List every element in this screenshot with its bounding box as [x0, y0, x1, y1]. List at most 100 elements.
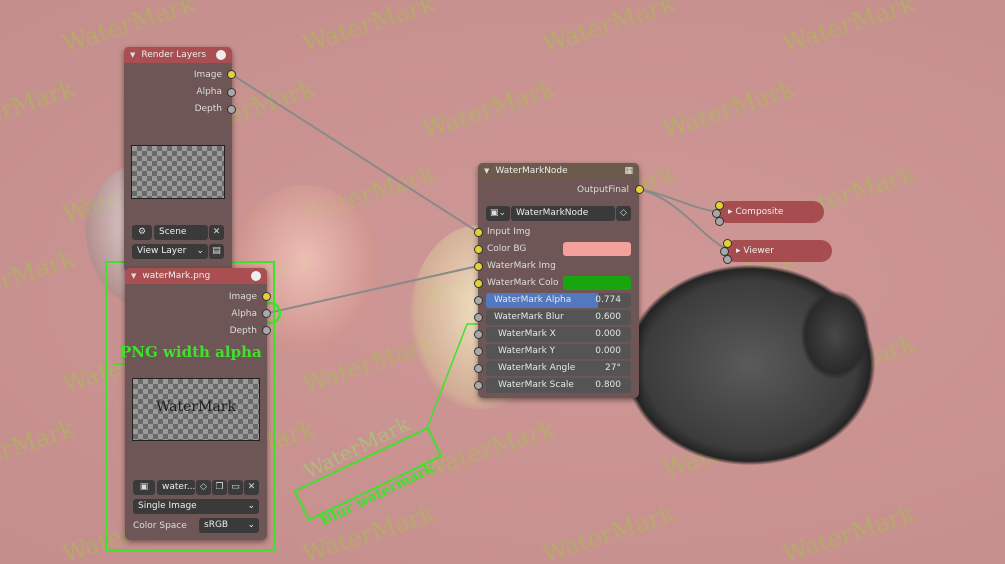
output-image-label: Image — [193, 70, 222, 80]
socket-watermark-scale[interactable] — [474, 381, 483, 390]
collapse-arrow-icon[interactable]: ▼ — [130, 51, 135, 59]
chevron-down-icon: ⌄ — [247, 501, 255, 511]
watermark-angle-field[interactable]: WaterMark Angle 27° — [486, 361, 631, 376]
socket-render-depth[interactable] — [227, 105, 236, 114]
watermark-x-field[interactable]: WaterMark X 0.000 — [486, 327, 631, 342]
color-bg-swatch[interactable] — [563, 242, 631, 256]
output-depth-label: Depth — [194, 104, 222, 114]
input-img-label: Input Img — [487, 227, 531, 237]
image-browse-icon[interactable]: ▣ — [133, 480, 155, 495]
watermark-blur-field[interactable]: WaterMark Blur 0.600 — [486, 310, 631, 325]
node-tree-browse-icon[interactable]: ▣⌄ — [486, 206, 510, 221]
watermark-alpha-label: WaterMark Alpha — [494, 295, 572, 305]
color-space-value: sRGB — [204, 520, 229, 530]
scene-field[interactable]: Scene — [154, 225, 208, 240]
socket-watermark-img[interactable] — [474, 262, 483, 271]
node-editor-canvas[interactable]: WaterMark WaterMark WaterMark WaterMark Wate… — [0, 0, 1005, 564]
scene-clear-icon[interactable]: ✕ — [209, 225, 224, 240]
image-node[interactable]: ▼ waterMark.png Image Alpha Depth WaterM… — [125, 268, 267, 540]
socket-watermark-alpha[interactable] — [474, 296, 483, 305]
render-layers-node[interactable]: ▼ Render Layers Image Alpha Depth ⚙ Scen… — [124, 47, 232, 272]
watermark-angle-value: 27° — [605, 363, 621, 373]
color-bg-label: Color BG — [487, 244, 527, 254]
source-dropdown[interactable]: Single Image ⌄ — [133, 499, 259, 514]
color-space-label: Color Space — [133, 521, 187, 531]
socket-viewer-z[interactable] — [723, 255, 732, 264]
blur-callout-leader — [426, 323, 468, 429]
socket-watermark-y[interactable] — [474, 347, 483, 356]
render-preview-thumbnail — [131, 145, 225, 199]
watermark-node-header[interactable]: ▼ WaterMarkNode ▦ — [478, 163, 639, 179]
duplicate-icon[interactable]: ❐ — [212, 480, 227, 495]
scene-browse-icon[interactable]: ⚙ — [132, 225, 152, 240]
view-layer-render-icon[interactable]: ▤ — [209, 244, 224, 259]
watermark-blur-label: WaterMark Blur — [494, 312, 564, 322]
view-layer-value: View Layer — [137, 246, 187, 256]
source-value: Single Image — [138, 501, 197, 511]
watermark-color-swatch[interactable] — [563, 276, 631, 290]
output-alpha-label: Alpha — [196, 87, 222, 97]
image-output-depth-label: Depth — [229, 326, 257, 336]
watermark-node-title: WaterMarkNode — [495, 166, 568, 176]
watermark-color-label: WaterMark Colo — [487, 278, 559, 288]
watermark-angle-label: WaterMark Angle — [498, 363, 576, 373]
watermark-blur-value: 0.600 — [595, 312, 621, 322]
watermark-node[interactable]: ▼ WaterMarkNode ▦ OutputFinal ▣⌄ WaterMa… — [478, 163, 639, 398]
watermark-img-label: WaterMark Img — [487, 261, 556, 271]
composite-node[interactable]: ▸ Composite — [716, 201, 824, 223]
link-image-to-input — [230, 73, 479, 233]
socket-watermark-x[interactable] — [474, 330, 483, 339]
fake-user-shield-icon[interactable]: ◇ — [196, 480, 211, 495]
watermark-image-preview: WaterMark — [132, 378, 260, 441]
watermark-alpha-slider[interactable]: WaterMark Alpha 0.774 — [486, 293, 631, 308]
watermark-alpha-value: 0.774 — [595, 295, 621, 305]
socket-color-bg[interactable] — [474, 245, 483, 254]
watermark-scale-label: WaterMark Scale — [498, 380, 574, 390]
watermark-x-label: WaterMark X — [498, 329, 556, 339]
socket-watermark-color[interactable] — [474, 279, 483, 288]
render-layers-title: Render Layers — [141, 50, 207, 60]
image-clear-icon[interactable]: ✕ — [244, 480, 259, 495]
color-space-dropdown[interactable]: sRGB ⌄ — [199, 518, 259, 533]
image-output-image-label: Image — [228, 292, 257, 302]
collapse-arrow-icon[interactable]: ▼ — [131, 272, 136, 280]
socket-watermark-angle[interactable] — [474, 364, 483, 373]
socket-render-image[interactable] — [227, 70, 236, 79]
link-alpha-to-watermark-img — [267, 265, 479, 314]
socket-watermark-blur[interactable] — [474, 313, 483, 322]
png-alpha-annotation: PNG width alpha — [120, 343, 262, 361]
view-layer-dropdown[interactable]: View Layer ⌄ — [132, 244, 208, 259]
socket-render-alpha[interactable] — [227, 88, 236, 97]
socket-composite-z[interactable] — [715, 217, 724, 226]
render-layers-header[interactable]: ▼ Render Layers — [124, 47, 232, 63]
node-group-icon: ▦ — [624, 166, 633, 176]
socket-image-alpha[interactable] — [262, 309, 271, 318]
link-output-to-viewer — [638, 188, 727, 250]
preview-watermark-text: WaterMark — [156, 399, 236, 415]
node-group-shield-icon[interactable]: ◇ — [616, 206, 631, 221]
watermark-scale-field[interactable]: WaterMark Scale 0.800 — [486, 378, 631, 393]
image-name-field[interactable]: water... — [157, 480, 195, 495]
render-icon — [216, 50, 226, 60]
watermark-y-value: 0.000 — [595, 346, 621, 356]
node-group-field[interactable]: WaterMarkNode — [511, 206, 615, 221]
chevron-down-icon: ⌄ — [247, 520, 255, 530]
viewer-label: Viewer — [743, 246, 774, 256]
image-icon — [251, 271, 261, 281]
watermark-x-value: 0.000 — [595, 329, 621, 339]
watermark-y-label: WaterMark Y — [498, 346, 556, 356]
viewer-node[interactable]: ▸ Viewer — [724, 240, 832, 262]
folder-icon[interactable]: ▭ — [228, 480, 243, 495]
output-final-label: OutputFinal — [576, 185, 629, 195]
image-output-alpha-label: Alpha — [231, 309, 257, 319]
image-node-title: waterMark.png — [142, 271, 211, 281]
socket-image-image[interactable] — [262, 292, 271, 301]
socket-input-img[interactable] — [474, 228, 483, 237]
watermark-y-field[interactable]: WaterMark Y 0.000 — [486, 344, 631, 359]
socket-output-final[interactable] — [635, 185, 644, 194]
socket-image-depth[interactable] — [262, 326, 271, 335]
composite-label: Composite — [735, 207, 784, 217]
chevron-down-icon: ⌄ — [196, 246, 204, 256]
collapse-arrow-icon[interactable]: ▼ — [484, 167, 489, 175]
image-node-header[interactable]: ▼ waterMark.png — [125, 268, 267, 284]
